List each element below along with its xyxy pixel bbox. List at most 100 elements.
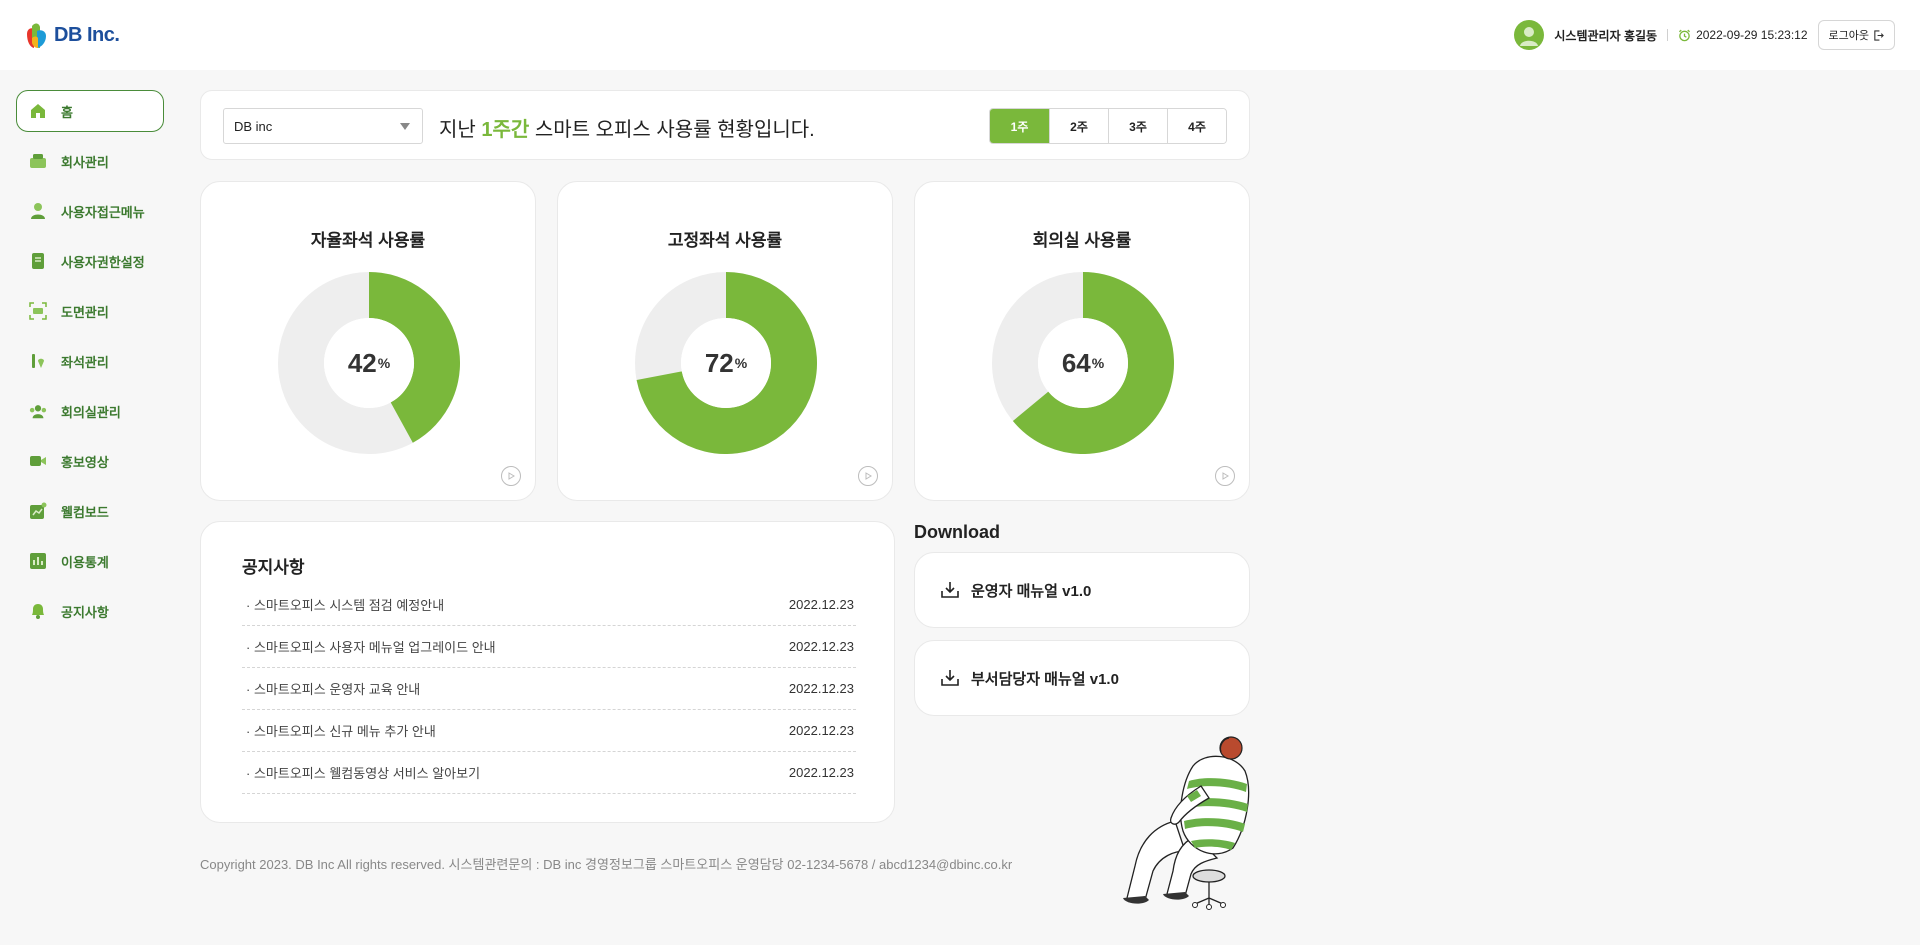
logo-mark-icon (27, 23, 46, 48)
notice-item-date: 2022.12.23 (788, 639, 854, 654)
user-area: 시스템관리자 홍길동 2022-09-29 15:23:12 로그아웃 (1514, 19, 1895, 51)
usage-card-title: 고정좌석 사용률 (667, 231, 783, 250)
sidebar-item-floorplan[interactable]: 도면관리 (16, 290, 164, 332)
sidebar-item-statistics[interactable]: 이용통계 (16, 540, 164, 582)
user-icon (29, 202, 47, 220)
usage-percent-unit: % (377, 355, 391, 371)
alarm-clock-icon (1679, 29, 1691, 41)
sidebar-item-label: 회사관리 (61, 154, 109, 170)
top-header: DB Inc. 시스템관리자 홍길동 2022-09-29 15:23:12 로… (0, 0, 1920, 70)
notice-item-date: 2022.12.23 (788, 723, 854, 738)
sidebar-item-welcome-board[interactable]: 웰컴보드 (16, 490, 164, 532)
week-tabs: 1주 2주 3주 4주 (989, 108, 1227, 144)
usage-percent-value: 42 (347, 347, 377, 378)
sidebar-item-user-access[interactable]: 사용자접근메뉴 (16, 190, 164, 232)
download-icon (941, 582, 959, 598)
footer-copyright: Copyright 2023. DB Inc All rights reserv… (200, 857, 1013, 872)
usage-value: 72% (635, 272, 817, 454)
datetime-text: 2022-09-29 15:23:12 (1696, 28, 1808, 42)
download-operator-manual-button[interactable]: 운영자 매뉴얼 v1.0 (914, 552, 1250, 628)
usage-card-title: 자율좌석 사용률 (310, 231, 426, 250)
headline-suffix: 스마트 오피스 사용률 현황입니다. (534, 119, 815, 141)
notice-item[interactable]: · 스마트오피스 운영자 교육 안내 2022.12.23 (242, 668, 856, 710)
usage-card-title: 회의실 사용률 (1032, 231, 1132, 250)
sidebar-item-label: 웰컴보드 (61, 504, 109, 520)
notice-item[interactable]: · 스마트오피스 신규 메뉴 추가 안내 2022.12.23 (242, 710, 856, 752)
company-icon (29, 152, 47, 170)
statistics-icon (29, 552, 47, 570)
sidebar-item-seat[interactable]: 좌석관리 (16, 340, 164, 382)
notice-item-date: 2022.12.23 (788, 597, 854, 612)
usage-headline: 지난 1주간 스마트 오피스 사용률 현황입니다. (439, 113, 815, 142)
home-icon (29, 102, 47, 120)
play-button[interactable] (501, 466, 521, 486)
notice-title: 공지사항 (242, 558, 305, 577)
person-sitting-illustration (1123, 736, 1250, 910)
sidebar-item-promo-video[interactable]: 홍보영상 (16, 440, 164, 482)
week-tab-2[interactable]: 2주 (1049, 109, 1108, 143)
bell-icon (29, 602, 47, 620)
logout-icon (1874, 29, 1884, 41)
usage-percent-unit: % (734, 355, 748, 371)
logout-button[interactable]: 로그아웃 (1817, 20, 1895, 50)
sidebar-item-label: 사용자접근메뉴 (61, 204, 145, 220)
usage-value: 42% (278, 272, 460, 454)
notice-item-text: · 스마트오피스 웰컴동영상 서비스 알아보기 (246, 766, 481, 781)
meeting-room-icon (29, 402, 47, 420)
sidebar-item-label: 홈 (61, 104, 73, 120)
fixed-seat-usage-card: 고정좌석 사용률 72% (557, 181, 893, 501)
sidebar-nav: 홈 회사관리 사용자접근메뉴 사용자권한설정 도면관리 좌석관리 회의실관리 홍… (16, 90, 164, 640)
free-seat-usage-card: 자율좌석 사용률 42% (200, 181, 536, 501)
user-name: 시스템관리자 홍길동 (1554, 28, 1658, 43)
welcome-board-icon (29, 502, 47, 520)
play-button[interactable] (1215, 466, 1235, 486)
headline-prefix: 지난 (439, 119, 476, 141)
download-label: 운영자 매뉴얼 v1.0 (971, 582, 1092, 600)
notice-item-date: 2022.12.23 (788, 765, 854, 780)
notice-item[interactable]: · 스마트오피스 사용자 메뉴얼 업그레이드 안내 2022.12.23 (242, 626, 856, 668)
logo-text: DB Inc. (54, 23, 120, 46)
usage-percent-unit: % (1091, 355, 1105, 371)
headline-highlight: 1주간 (481, 119, 530, 141)
avatar (1514, 20, 1545, 50)
week-tab-3[interactable]: 3주 (1108, 109, 1167, 143)
notice-item-text: · 스마트오피스 시스템 점검 예정안내 (246, 598, 445, 613)
sidebar-item-notice[interactable]: 공지사항 (16, 590, 164, 632)
company-logo[interactable]: DB Inc. (24, 20, 120, 50)
sidebar-item-permission[interactable]: 사용자권한설정 (16, 240, 164, 282)
usage-value: 64% (992, 272, 1174, 454)
permission-icon (29, 252, 47, 270)
play-icon (865, 472, 872, 480)
download-icon (941, 670, 959, 686)
week-tab-4[interactable]: 4주 (1167, 109, 1226, 143)
sidebar-item-company[interactable]: 회사관리 (16, 140, 164, 182)
download-label: 부서담당자 매뉴얼 v1.0 (971, 670, 1119, 688)
notice-item[interactable]: · 스마트오피스 시스템 점검 예정안내 2022.12.23 (242, 584, 856, 626)
meeting-room-usage-card: 회의실 사용률 64% (914, 181, 1250, 501)
sidebar-item-label: 공지사항 (61, 604, 109, 620)
sidebar-item-home[interactable]: 홈 (16, 90, 164, 132)
floorplan-icon (29, 302, 47, 320)
usage-percent-value: 64 (1061, 347, 1091, 378)
notice-card: 공지사항 · 스마트오피스 시스템 점검 예정안내 2022.12.23 · 스… (200, 521, 895, 823)
notice-item-date: 2022.12.23 (788, 681, 854, 696)
user-avatar-icon (1520, 27, 1539, 46)
sidebar-item-label: 회의실관리 (61, 404, 121, 420)
period-filter-card: DB inc 지난 1주간 스마트 오피스 사용률 현황입니다. 1주 2주 3… (200, 90, 1250, 160)
company-select[interactable]: DB inc (223, 108, 423, 144)
week-tab-1[interactable]: 1주 (990, 109, 1049, 143)
notice-item[interactable]: · 스마트오피스 웰컴동영상 서비스 알아보기 2022.12.23 (242, 752, 856, 794)
play-icon (508, 472, 515, 480)
sidebar-item-label: 이용통계 (61, 554, 109, 570)
seat-icon (29, 352, 47, 370)
usage-percent-value: 72 (704, 347, 734, 378)
play-button[interactable] (858, 466, 878, 486)
notice-list: · 스마트오피스 시스템 점검 예정안내 2022.12.23 · 스마트오피스… (242, 584, 856, 794)
video-icon (29, 452, 47, 470)
sidebar-item-meeting-room[interactable]: 회의실관리 (16, 390, 164, 432)
download-department-manual-button[interactable]: 부서담당자 매뉴얼 v1.0 (914, 640, 1250, 716)
current-datetime: 2022-09-29 15:23:12 (1678, 28, 1808, 42)
notice-item-text: · 스마트오피스 운영자 교육 안내 (246, 682, 421, 697)
sidebar-item-label: 사용자권한설정 (61, 254, 145, 270)
sidebar-item-label: 좌석관리 (61, 354, 109, 370)
